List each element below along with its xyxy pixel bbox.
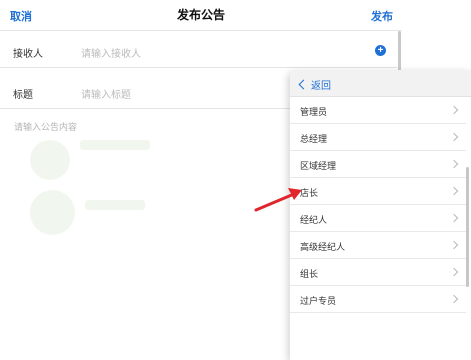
form-scrollbar[interactable] bbox=[398, 31, 401, 71]
role-list: 管理员 总经理 区域经理 店长 经纪人 高级经纪人 组长 过户专员 bbox=[290, 97, 466, 313]
chevron-right-icon bbox=[449, 186, 459, 196]
role-item-regional-manager[interactable]: 区域经理 bbox=[290, 151, 466, 178]
publish-button[interactable]: 发布 bbox=[371, 8, 393, 24]
content-textarea[interactable]: 请输入公告内容 bbox=[14, 120, 77, 133]
chevron-right-icon bbox=[449, 240, 459, 250]
role-label: 组长 bbox=[300, 269, 319, 279]
annotation-arrow-icon bbox=[254, 188, 302, 212]
role-item-admin[interactable]: 管理员 bbox=[290, 97, 466, 124]
chevron-right-icon bbox=[449, 267, 459, 277]
page-title: 发布公告 bbox=[176, 8, 225, 22]
recipient-row[interactable]: 接收人 请输入接收人 + bbox=[0, 31, 397, 68]
ghost-shape bbox=[30, 140, 70, 180]
role-label: 管理员 bbox=[300, 107, 328, 117]
role-label: 高级经纪人 bbox=[300, 242, 346, 252]
role-label: 区域经理 bbox=[300, 161, 337, 171]
role-item-team-leader[interactable]: 组长 bbox=[290, 259, 466, 286]
add-recipient-icon[interactable]: + bbox=[375, 45, 386, 56]
role-item-store-manager[interactable]: 店长 bbox=[290, 178, 466, 205]
role-label: 过户专员 bbox=[300, 296, 337, 306]
chevron-right-icon bbox=[449, 294, 459, 304]
role-item-transfer-specialist[interactable]: 过户专员 bbox=[290, 286, 466, 313]
back-button[interactable]: 返回 bbox=[298, 77, 331, 92]
recipient-input[interactable]: 请输入接收人 bbox=[81, 45, 141, 60]
role-item-general-manager[interactable]: 总经理 bbox=[290, 124, 466, 151]
title-input[interactable]: 请输入标题 bbox=[81, 86, 131, 101]
recipient-label: 接收人 bbox=[13, 49, 43, 60]
role-label: 总经理 bbox=[300, 134, 328, 144]
chevron-right-icon bbox=[449, 159, 459, 169]
navbar: 取消 发布公告 发布 bbox=[0, 0, 402, 31]
title-label: 标题 bbox=[13, 90, 33, 101]
ghost-shape bbox=[80, 140, 150, 150]
ghost-shape bbox=[30, 190, 75, 235]
back-label: 返回 bbox=[311, 81, 331, 92]
dropdown-scrollbar[interactable] bbox=[466, 167, 469, 287]
chevron-right-icon bbox=[449, 132, 459, 142]
role-item-senior-agent[interactable]: 高级经纪人 bbox=[290, 232, 466, 259]
ghost-shape bbox=[85, 200, 145, 210]
role-dropdown: 返回 管理员 总经理 区域经理 店长 经纪人 高级经纪人 组长 过户专员 bbox=[290, 70, 471, 360]
chevron-left-icon bbox=[298, 79, 309, 90]
chevron-right-icon bbox=[449, 213, 459, 223]
chevron-right-icon bbox=[449, 105, 459, 115]
role-item-agent[interactable]: 经纪人 bbox=[290, 205, 466, 232]
dropdown-header: 返回 bbox=[290, 70, 471, 97]
